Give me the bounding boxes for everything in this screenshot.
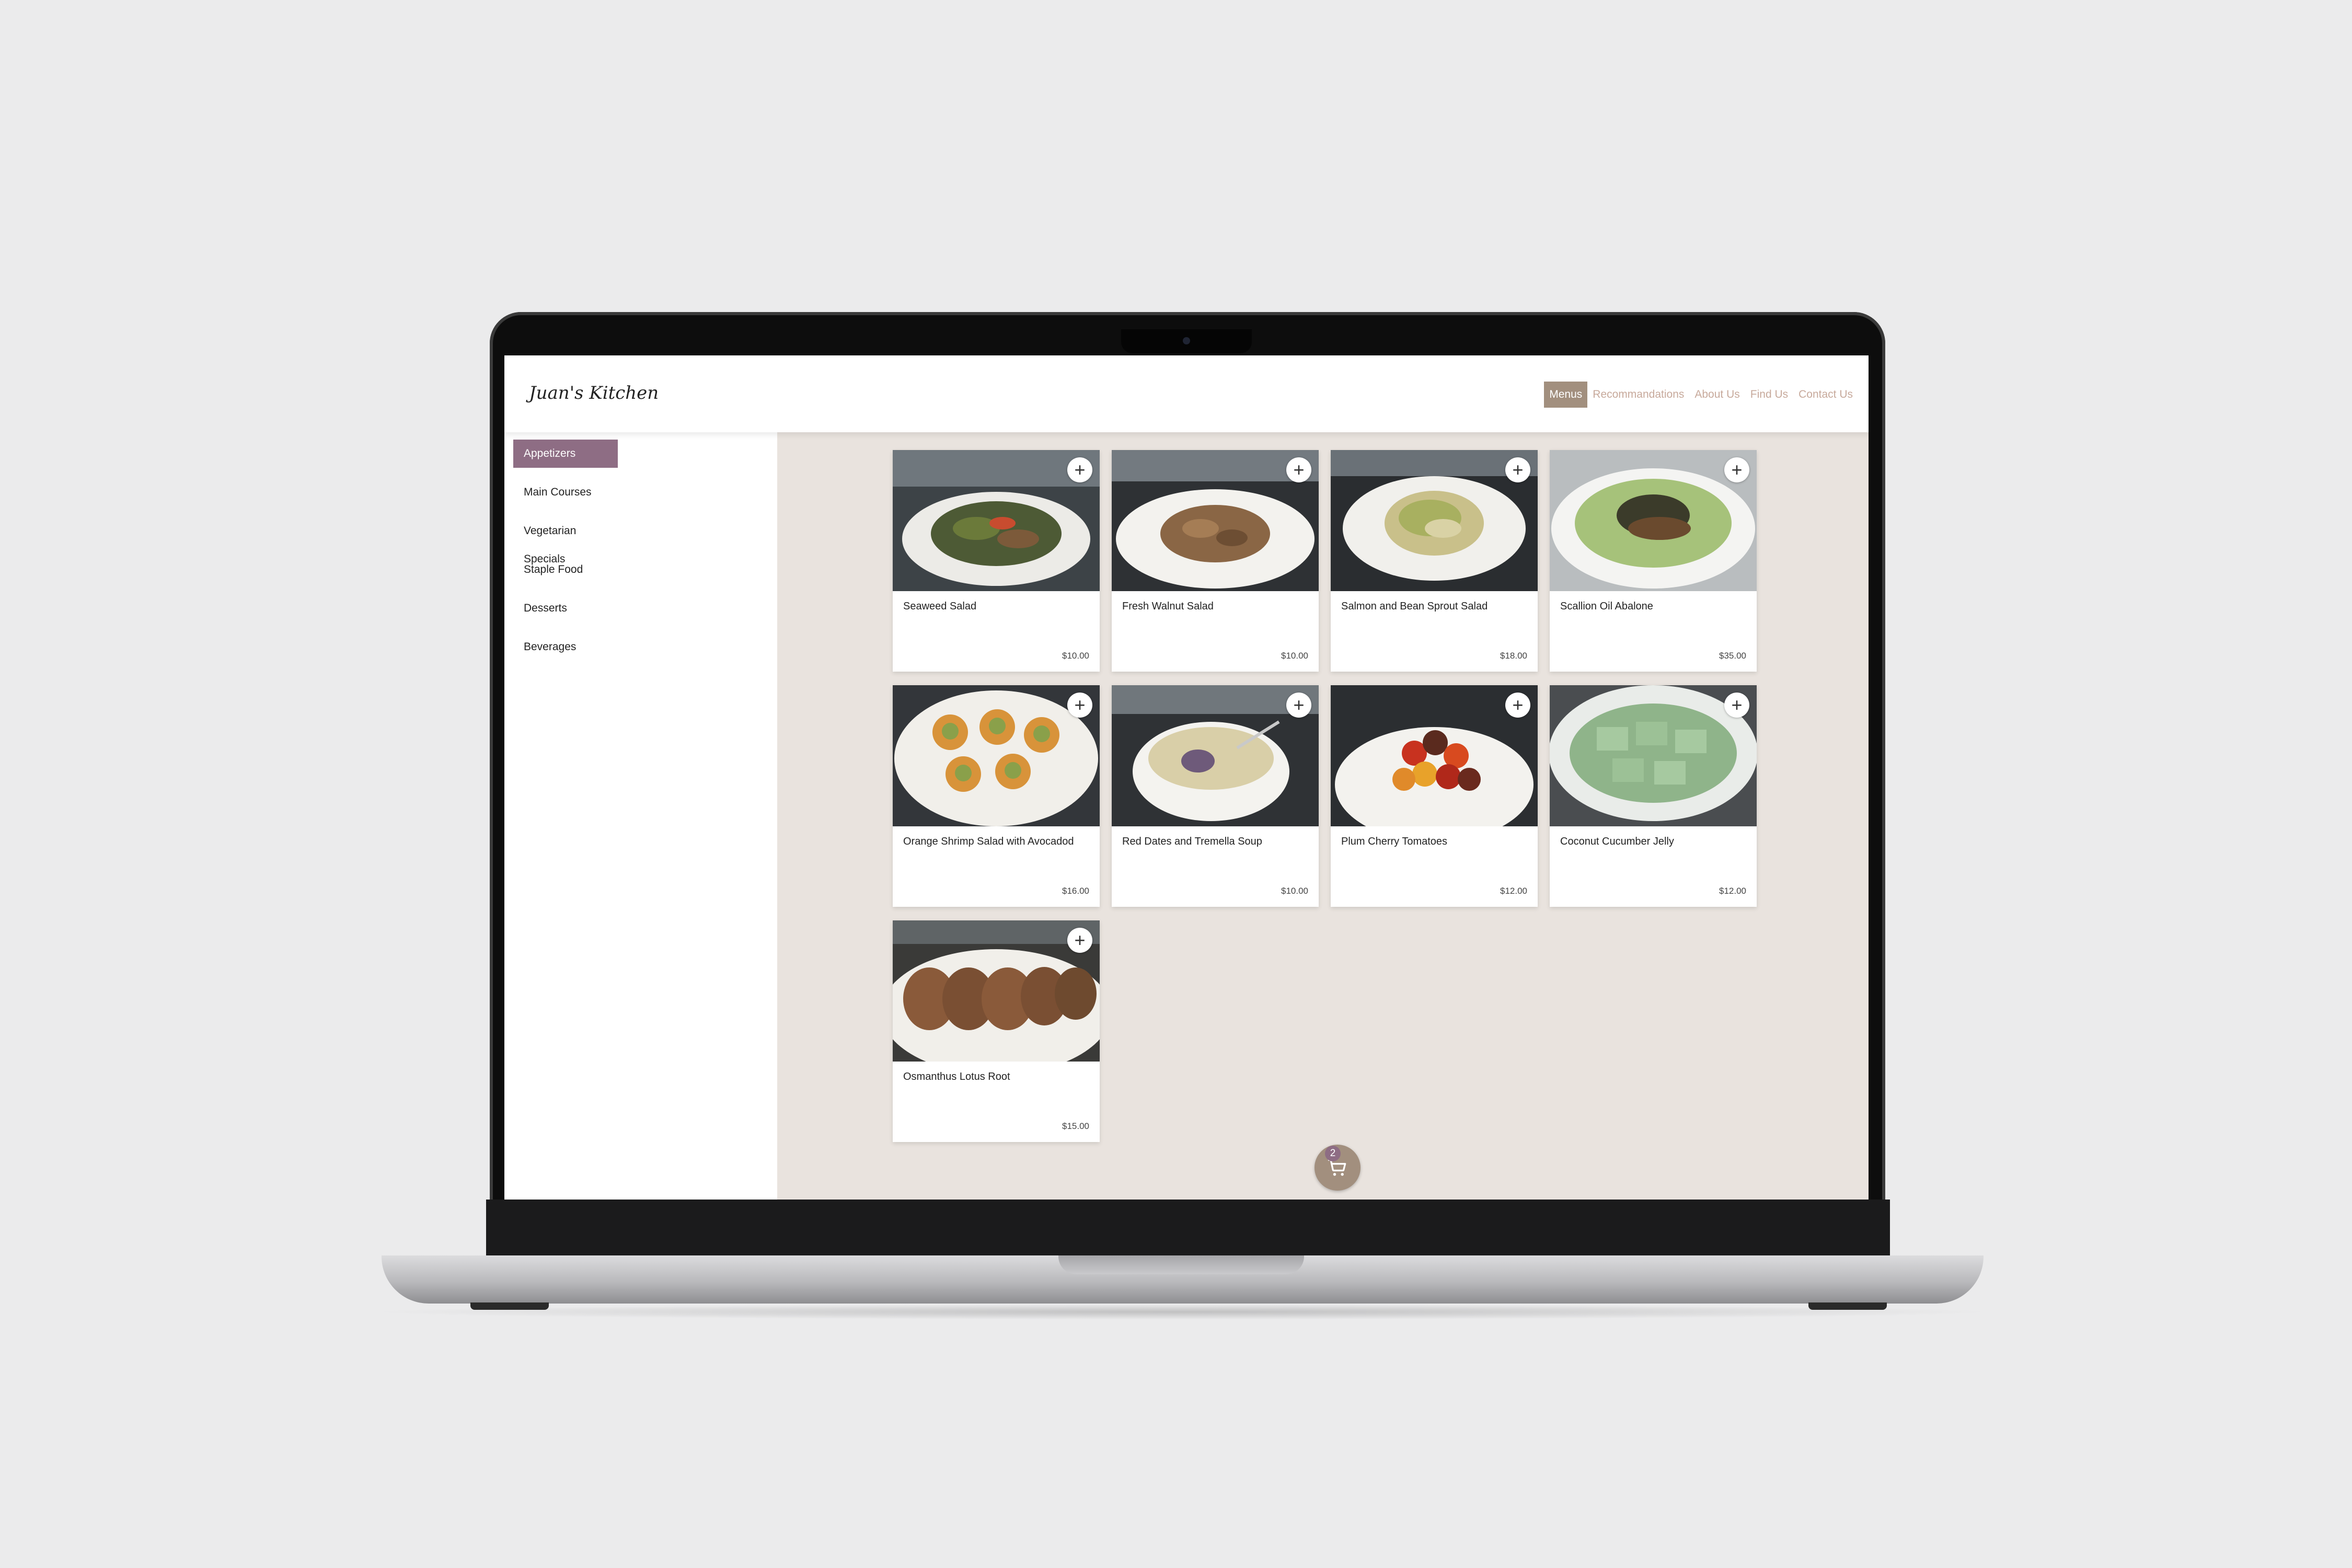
dish-name: Seaweed Salad — [903, 601, 977, 612]
dish-name: Osmanthus Lotus Root — [903, 1071, 1010, 1082]
dish-name: Fresh Walnut Salad — [1122, 601, 1214, 612]
menu-card[interactable]: + Coconut Cucumber Jelly $12.00 — [1550, 685, 1757, 907]
site-logo[interactable]: Juan's Kitchen — [529, 383, 659, 403]
dish-price: $10.00 — [1062, 651, 1089, 661]
category-main-courses[interactable]: Main Courses — [513, 478, 618, 506]
header-bar: Juan's Kitchen Menus Recommandations Abo… — [504, 355, 1869, 432]
menu-card[interactable]: + Red Dates and Tremella Soup $10.00 — [1112, 685, 1319, 907]
menu-card[interactable]: + Orange Shrimp Salad with Avocadod $16.… — [893, 685, 1100, 907]
dish-name: Orange Shrimp Salad with Avocadod — [903, 836, 1074, 847]
menu-card[interactable]: + Seaweed Salad $10.00 — [893, 450, 1100, 672]
plus-icon: + — [1512, 694, 1524, 716]
dish-price: $15.00 — [1062, 1121, 1089, 1131]
category-staple-food[interactable]: Staple Food — [513, 556, 618, 584]
add-to-cart-button[interactable]: + — [1286, 693, 1311, 718]
plus-icon: + — [1074, 929, 1086, 951]
main-nav: Menus Recommandations About Us Find Us C… — [1544, 382, 1858, 408]
category-sidebar: Appetizers Main Courses Vegetarian Speci… — [504, 432, 777, 1200]
dish-name: Plum Cherry Tomatoes — [1341, 836, 1448, 847]
menu-card[interactable]: + Plum Cherry Tomatoes $12.00 — [1331, 685, 1538, 907]
category-beverages[interactable]: Beverages — [513, 633, 618, 661]
laptop-foot — [1808, 1302, 1887, 1310]
add-to-cart-button[interactable]: + — [1067, 457, 1092, 482]
laptop-chin — [486, 1200, 1890, 1257]
dish-price: $10.00 — [1281, 651, 1308, 661]
plus-icon: + — [1731, 459, 1743, 480]
category-appetizers[interactable]: Appetizers — [513, 440, 618, 468]
plus-icon: + — [1731, 694, 1743, 716]
nav-menus[interactable]: Menus — [1544, 382, 1588, 408]
laptop-foot — [470, 1302, 549, 1310]
nav-find-us[interactable]: Find Us — [1745, 382, 1793, 408]
dish-price: $16.00 — [1062, 886, 1089, 896]
plus-icon: + — [1512, 459, 1524, 480]
dish-price: $35.00 — [1719, 651, 1746, 661]
nav-contact-us[interactable]: Contact Us — [1793, 382, 1858, 408]
dish-name: Salmon and Bean Sprout Salad — [1341, 601, 1488, 612]
menu-card[interactable]: + Salmon and Bean Sprout Salad $18.00 — [1331, 450, 1538, 672]
add-to-cart-button[interactable]: + — [1505, 457, 1530, 482]
camera-icon — [1183, 337, 1190, 344]
dish-name: Red Dates and Tremella Soup — [1122, 836, 1262, 847]
laptop-shadow — [366, 1304, 1999, 1320]
add-to-cart-button[interactable]: + — [1067, 693, 1092, 718]
dish-price: $10.00 — [1281, 886, 1308, 896]
dish-name: Scallion Oil Abalone — [1560, 601, 1653, 612]
menu-card[interactable]: + Fresh Walnut Salad $10.00 — [1112, 450, 1319, 672]
add-to-cart-button[interactable]: + — [1505, 693, 1530, 718]
plus-icon: + — [1293, 459, 1305, 480]
dish-price: $18.00 — [1500, 651, 1527, 661]
add-to-cart-button[interactable]: + — [1286, 457, 1311, 482]
category-vegetarian-specials[interactable]: Vegetarian Specials — [513, 517, 618, 565]
add-to-cart-button[interactable]: + — [1724, 457, 1749, 482]
add-to-cart-button[interactable]: + — [1067, 928, 1092, 953]
add-to-cart-button[interactable]: + — [1724, 693, 1749, 718]
menu-card[interactable]: + Osmanthus Lotus Root $15.00 — [893, 920, 1100, 1142]
plus-icon: + — [1074, 459, 1086, 480]
plus-icon: + — [1074, 694, 1086, 716]
dish-price: $12.00 — [1719, 886, 1746, 896]
menu-card[interactable]: + Scallion Oil Abalone $35.00 — [1550, 450, 1757, 672]
category-desserts[interactable]: Desserts — [513, 594, 618, 622]
dish-name: Coconut Cucumber Jelly — [1560, 836, 1674, 847]
plus-icon: + — [1293, 694, 1305, 716]
dish-price: $12.00 — [1500, 886, 1527, 896]
laptop-opening-notch — [1058, 1255, 1304, 1274]
cart-count-badge: 2 — [1325, 1146, 1341, 1161]
nav-recommandations[interactable]: Recommandations — [1587, 382, 1689, 408]
website-screen: Juan's Kitchen Menus Recommandations Abo… — [504, 355, 1869, 1200]
nav-about-us[interactable]: About Us — [1689, 382, 1745, 408]
